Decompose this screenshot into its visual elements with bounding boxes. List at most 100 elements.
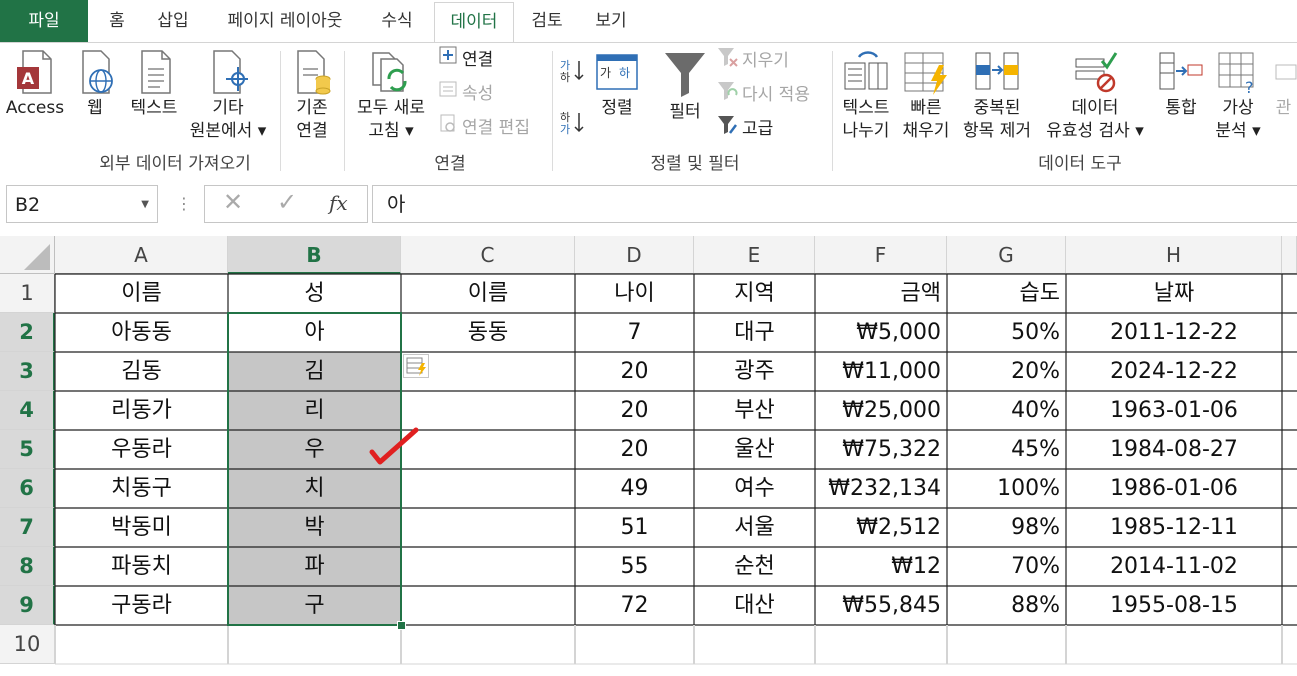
from-text-button[interactable]: 텍스트 xyxy=(122,49,186,120)
group-label-external: 외부 데이터 가져오기 xyxy=(99,154,251,174)
access-button[interactable]: A Access xyxy=(4,49,66,120)
sort-label: 정렬 xyxy=(601,98,633,118)
web-icon xyxy=(82,50,113,94)
connections-icon xyxy=(438,45,458,75)
svg-text:하: 하 xyxy=(560,70,570,83)
ttc-label-2: 나누기 xyxy=(842,121,890,141)
group-label-datatools: 데이터 도구 xyxy=(1038,154,1122,174)
tab-page-layout[interactable]: 페이지 레이아웃 xyxy=(210,0,360,42)
text-to-columns-button[interactable]: 텍스트 나누기 xyxy=(836,49,896,143)
refresh-label-1: 모두 새로 xyxy=(357,98,425,118)
red-check-mark-icon xyxy=(369,427,419,465)
other-sources-button[interactable]: 기타 원본에서 ▾ xyxy=(186,49,270,143)
valid-label-2: 유효성 검사 ▾ xyxy=(1046,121,1144,141)
whatif-label-1: 가상 xyxy=(1222,98,1254,118)
filter-button[interactable]: 필터 xyxy=(656,49,714,124)
svg-text:A: A xyxy=(22,69,35,88)
advanced-filter-button[interactable]: 고급 xyxy=(716,113,773,143)
properties-icon xyxy=(438,79,458,109)
fill-handle[interactable] xyxy=(397,621,406,630)
cancel-icon[interactable]: ✕ xyxy=(223,188,243,216)
consolidate-label: 통합 xyxy=(1165,98,1197,118)
existing-connections-button[interactable]: 기존 연결 xyxy=(284,49,340,143)
dup-label-2: 항목 제거 xyxy=(963,121,1031,141)
tab-view[interactable]: 보기 xyxy=(584,0,638,42)
existing-connections-icon xyxy=(297,50,331,95)
reapply-button: 다시 적용 xyxy=(716,79,810,109)
data-validation-button[interactable]: 데이터 유효성 검사 ▾ xyxy=(1040,49,1150,143)
enter-icon[interactable]: ✓ xyxy=(277,188,297,216)
consolidate-button[interactable]: 통합 xyxy=(1154,49,1208,120)
name-box[interactable]: B2 ▼ xyxy=(6,185,158,223)
insert-function-icon[interactable]: fx xyxy=(329,191,348,215)
existing-label-2: 연결 xyxy=(296,121,328,141)
chevron-down-icon[interactable]: ▼ xyxy=(141,186,149,224)
clear-filter-label: 지우기 xyxy=(742,51,789,71)
flash-label-2: 채우기 xyxy=(902,121,950,141)
clear-filter-icon xyxy=(716,45,738,77)
group-separator xyxy=(832,51,833,171)
consolidate-icon xyxy=(1159,52,1203,90)
group-separator xyxy=(280,51,281,171)
edit-links-label: 연결 편집 xyxy=(462,118,530,138)
flash-fill-options-button[interactable] xyxy=(403,354,429,378)
flash-fill-options-icon xyxy=(406,357,426,376)
reapply-icon xyxy=(716,79,738,111)
sort-dialog-icon: 가 하 xyxy=(596,54,638,90)
data-validation-icon xyxy=(1075,52,1118,93)
sort-ascending-icon: 가하 xyxy=(560,57,584,93)
ttc-label-1: 텍스트 xyxy=(842,98,890,118)
edit-links-button: 연결 편집 xyxy=(438,113,530,143)
sort-button[interactable]: 가 하 정렬 xyxy=(590,49,644,120)
filter-label: 필터 xyxy=(669,102,701,122)
what-if-icon: ? xyxy=(1218,52,1254,95)
name-box-value: B2 xyxy=(15,194,41,216)
valid-label-1: 데이터 xyxy=(1071,98,1119,118)
web-label: 웹 xyxy=(87,98,103,118)
access-icon: A xyxy=(17,50,52,94)
properties-button: 속성 xyxy=(438,79,493,109)
dup-label-1: 중복된 xyxy=(973,98,1021,118)
other-label-2: 원본에서 ▾ xyxy=(189,121,267,141)
web-button[interactable]: 웹 xyxy=(72,49,118,120)
properties-label: 속성 xyxy=(462,84,494,104)
svg-text:하: 하 xyxy=(619,66,630,80)
edit-links-icon xyxy=(438,113,458,143)
remove-duplicates-button[interactable]: 중복된 항목 제거 xyxy=(956,49,1038,143)
tab-insert[interactable]: 삽입 xyxy=(146,0,200,42)
tab-review[interactable]: 검토 xyxy=(520,0,574,42)
other-sources-icon xyxy=(213,50,248,94)
clear-filter-button: 지우기 xyxy=(716,45,789,75)
more-vertical-icon: ⋮ xyxy=(176,194,192,213)
group-separator xyxy=(344,51,345,171)
refresh-all-button[interactable]: 모두 새로 고침 ▾ xyxy=(350,49,432,143)
worksheet-grid[interactable]: ABCDEFGH 1 2 3 4 5 6 7 8 9 10 이름 성 이름 나이 지역 금액 습도 날짜 아동동 아… xyxy=(0,236,1297,676)
flash-fill-button[interactable]: 빠른 채우기 xyxy=(898,49,954,143)
svg-text:가: 가 xyxy=(600,66,611,80)
reapply-label: 다시 적용 xyxy=(742,85,810,105)
access-label: Access xyxy=(5,98,65,118)
sort-ascending-button[interactable]: 가하 xyxy=(560,57,588,87)
relationships-button: 관 xyxy=(1270,49,1297,120)
tab-file[interactable]: 파일 xyxy=(0,0,88,42)
connections-button[interactable]: 연결 xyxy=(438,45,493,75)
filter-funnel-icon xyxy=(665,53,705,97)
flash-fill-icon xyxy=(904,52,947,95)
group-label-connections: 연결 xyxy=(434,154,466,174)
text-label: 텍스트 xyxy=(130,98,178,118)
formula-bar: B2 ▼ ⋮ ✕ ✓ fx 아 xyxy=(0,176,1297,236)
tab-home[interactable]: 홈 xyxy=(96,0,138,42)
tab-data[interactable]: 데이터 xyxy=(434,2,514,43)
formula-input[interactable]: 아 xyxy=(372,185,1297,223)
relationships-icon xyxy=(1275,64,1297,80)
tab-formulas[interactable]: 수식 xyxy=(368,0,426,42)
sort-descending-button[interactable]: 하가 xyxy=(560,109,588,139)
sort-descending-icon: 하가 xyxy=(560,109,584,145)
text-file-icon xyxy=(141,50,171,94)
advanced-filter-icon xyxy=(716,113,738,145)
connections-label: 연결 xyxy=(462,50,494,70)
remove-duplicates-icon xyxy=(975,52,1019,90)
what-if-button[interactable]: ? 가상 분석 ▾ xyxy=(1210,49,1266,143)
advanced-label: 고급 xyxy=(742,119,774,139)
flash-label-1: 빠른 xyxy=(910,98,942,118)
